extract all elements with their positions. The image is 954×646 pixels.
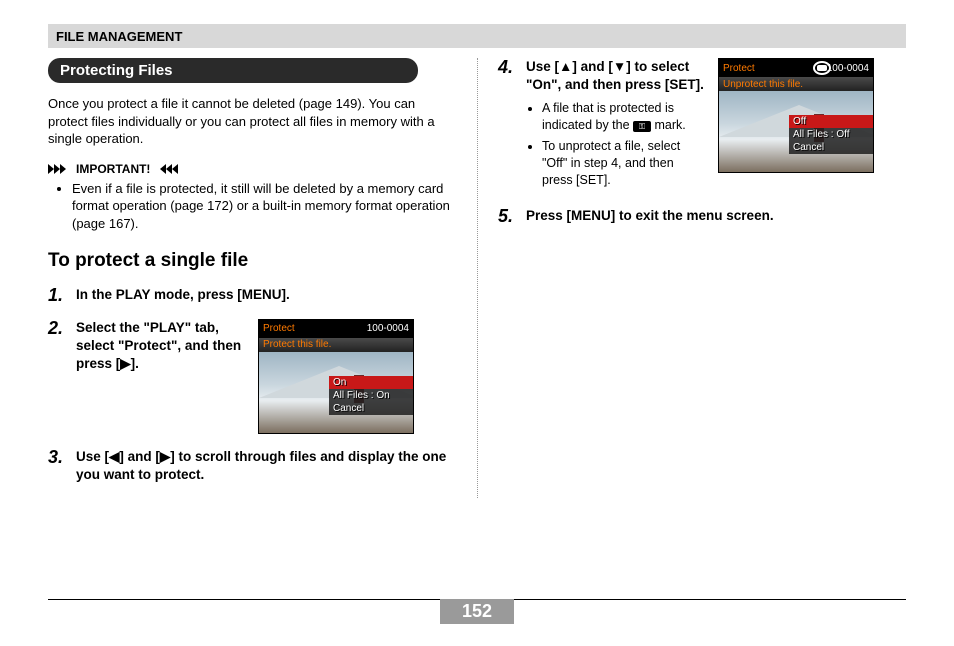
step-text: In the PLAY mode, press [MENU].: [76, 286, 457, 304]
procedure-heading: To protect a single file: [48, 250, 457, 272]
header-text: FILE MANAGEMENT: [56, 29, 182, 44]
menu-item: Off: [789, 115, 873, 128]
step-sub-bullet: To unprotect a file, select "Off" in ste…: [542, 138, 706, 189]
protect-key-icon: ⚿: [633, 121, 651, 132]
menu-item: All Files : Off: [789, 128, 873, 141]
step-number: 1.: [48, 286, 68, 304]
screen-subtitle: Unprotect this file.: [719, 77, 873, 91]
page-number: 152: [440, 599, 514, 624]
menu-item: Cancel: [789, 141, 873, 154]
camera-screenshot-unprotect: Protect 100-0004 Unprotect this file. Of…: [718, 58, 874, 173]
section-header-bar: FILE MANAGEMENT: [48, 24, 906, 48]
screen-folder: 100-0004: [367, 323, 409, 334]
menu-item: All Files : On: [329, 389, 413, 402]
menu-item: Cancel: [329, 402, 413, 415]
step-sub-bullet: A file that is protected is indicated by…: [542, 100, 706, 134]
step-number: 4.: [498, 58, 518, 76]
intro-text: Once you protect a file it cannot be del…: [48, 95, 457, 148]
step-text: Press [MENU] to exit the menu screen.: [526, 207, 906, 225]
important-left-icon: [48, 164, 70, 174]
step-text: Use [▲] and [▼] to select "On", and then…: [526, 58, 706, 94]
step-number: 2.: [48, 319, 68, 337]
step-text: Select the "PLAY" tab, select "Protect",…: [76, 319, 246, 374]
important-right-icon: [156, 164, 178, 174]
menu-item: On: [329, 376, 413, 389]
step-text: Use [◀] and [▶] to scroll through files …: [76, 448, 457, 484]
step-number: 5.: [498, 207, 518, 225]
screen-title: Protect: [723, 63, 755, 74]
screen-subtitle: Protect this file.: [259, 338, 413, 352]
screen-title: Protect: [263, 323, 295, 334]
important-label: IMPORTANT!: [76, 162, 150, 176]
step-number: 3.: [48, 448, 68, 466]
page-footer: 152: [48, 599, 906, 624]
screen-folder: 100-0004: [827, 63, 869, 74]
subsection-title: Protecting Files: [48, 58, 418, 83]
camera-screenshot-protect: Protect 100-0004 Protect this file. On A…: [258, 319, 414, 434]
protect-indicator-icon: [813, 61, 831, 75]
important-bullet: Even if a file is protected, it still wi…: [72, 180, 457, 233]
